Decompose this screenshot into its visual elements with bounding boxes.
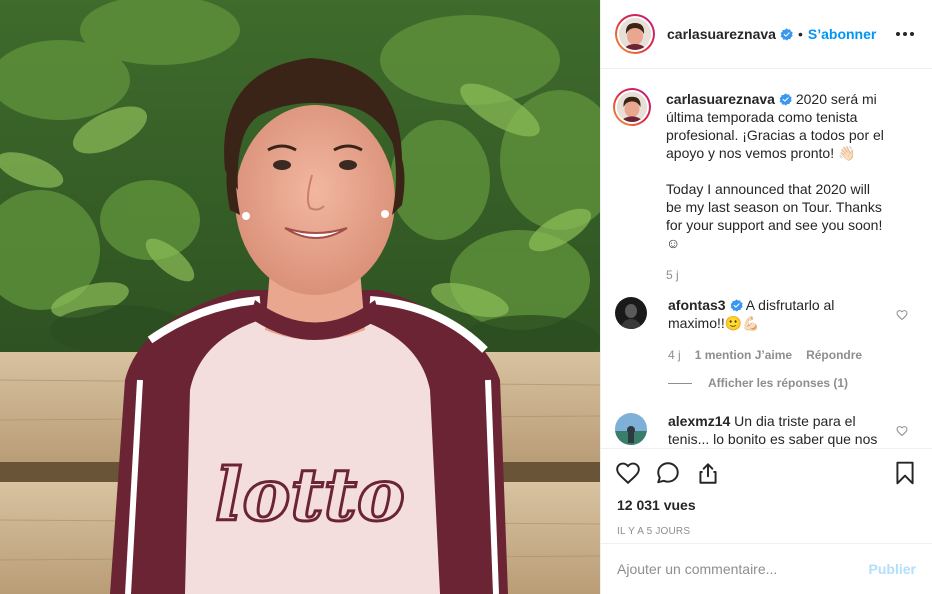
- publish-button[interactable]: Publier: [869, 561, 916, 577]
- caption-text-en: Today I announced that 2020 will be my l…: [666, 181, 883, 251]
- verified-badge-icon: [780, 27, 793, 41]
- commenter-avatar-image: [615, 413, 647, 445]
- post-header: carlasuareznava • S’abonner: [601, 0, 932, 69]
- author-username[interactable]: carlasuareznava: [667, 26, 776, 42]
- commenter-avatar[interactable]: [615, 413, 647, 445]
- heart-icon[interactable]: [896, 309, 908, 321]
- view-replies-label: Afficher les réponses (1): [708, 376, 849, 390]
- author-avatar[interactable]: [615, 14, 655, 54]
- comment-likes[interactable]: 1 mention J’aime: [695, 346, 792, 364]
- comment-icon[interactable]: [655, 460, 681, 486]
- comment-age[interactable]: 4 j: [668, 346, 681, 364]
- share-icon[interactable]: [695, 460, 721, 486]
- commenter-avatar-image: [615, 297, 647, 329]
- caption-text: carlasuareznava 2020 será mi última temp…: [666, 90, 889, 162]
- bookmark-icon[interactable]: [892, 460, 918, 486]
- comment-input[interactable]: Ajouter un commentaire...: [617, 561, 869, 577]
- more-options-icon[interactable]: [894, 26, 916, 42]
- replies-divider: [668, 382, 692, 384]
- verified-badge-icon: [779, 93, 792, 106]
- commenter-username[interactable]: alexmz14: [668, 413, 730, 429]
- post-actions: 12 031 vues IL Y A 5 JOURS: [601, 448, 932, 537]
- verified-badge-icon: [730, 299, 743, 312]
- header-separator: •: [797, 26, 803, 42]
- view-replies-button[interactable]: Afficher les réponses (1): [668, 376, 916, 390]
- follow-button[interactable]: S’abonner: [808, 26, 876, 42]
- comments-list[interactable]: carlasuareznava 2020 será mi última temp…: [601, 70, 932, 448]
- add-comment-bar: Ajouter un commentaire... Publier: [601, 543, 932, 594]
- post-media-video[interactable]: lotto: [0, 0, 600, 594]
- heart-icon[interactable]: [615, 460, 641, 486]
- author-avatar-image: [619, 18, 651, 50]
- post-date[interactable]: IL Y A 5 JOURS: [615, 526, 918, 537]
- caption-avatar[interactable]: [613, 88, 651, 126]
- post-side-panel: carlasuareznava • S’abonner carlasuarezn…: [600, 0, 932, 594]
- caption-avatar-image: [617, 92, 647, 122]
- caption-age[interactable]: 5 j: [666, 266, 679, 284]
- caption-username[interactable]: carlasuareznava: [666, 91, 775, 107]
- view-count[interactable]: 12 031 vues: [615, 497, 918, 513]
- post-photo: lotto: [0, 0, 600, 594]
- commenter-username[interactable]: afontas3: [668, 297, 726, 313]
- sweater-logo: lotto: [215, 452, 405, 537]
- comment-item: afontas3 A disfrutarlo al maximo!!🙂💪🏻 4 …: [615, 296, 916, 364]
- comment-item: alexmz14 Un dia triste para el tenis... …: [615, 412, 916, 448]
- heart-icon[interactable]: [896, 425, 908, 437]
- reply-button[interactable]: Répondre: [806, 346, 862, 364]
- commenter-avatar[interactable]: [615, 297, 647, 329]
- caption: carlasuareznava 2020 será mi última temp…: [613, 88, 916, 284]
